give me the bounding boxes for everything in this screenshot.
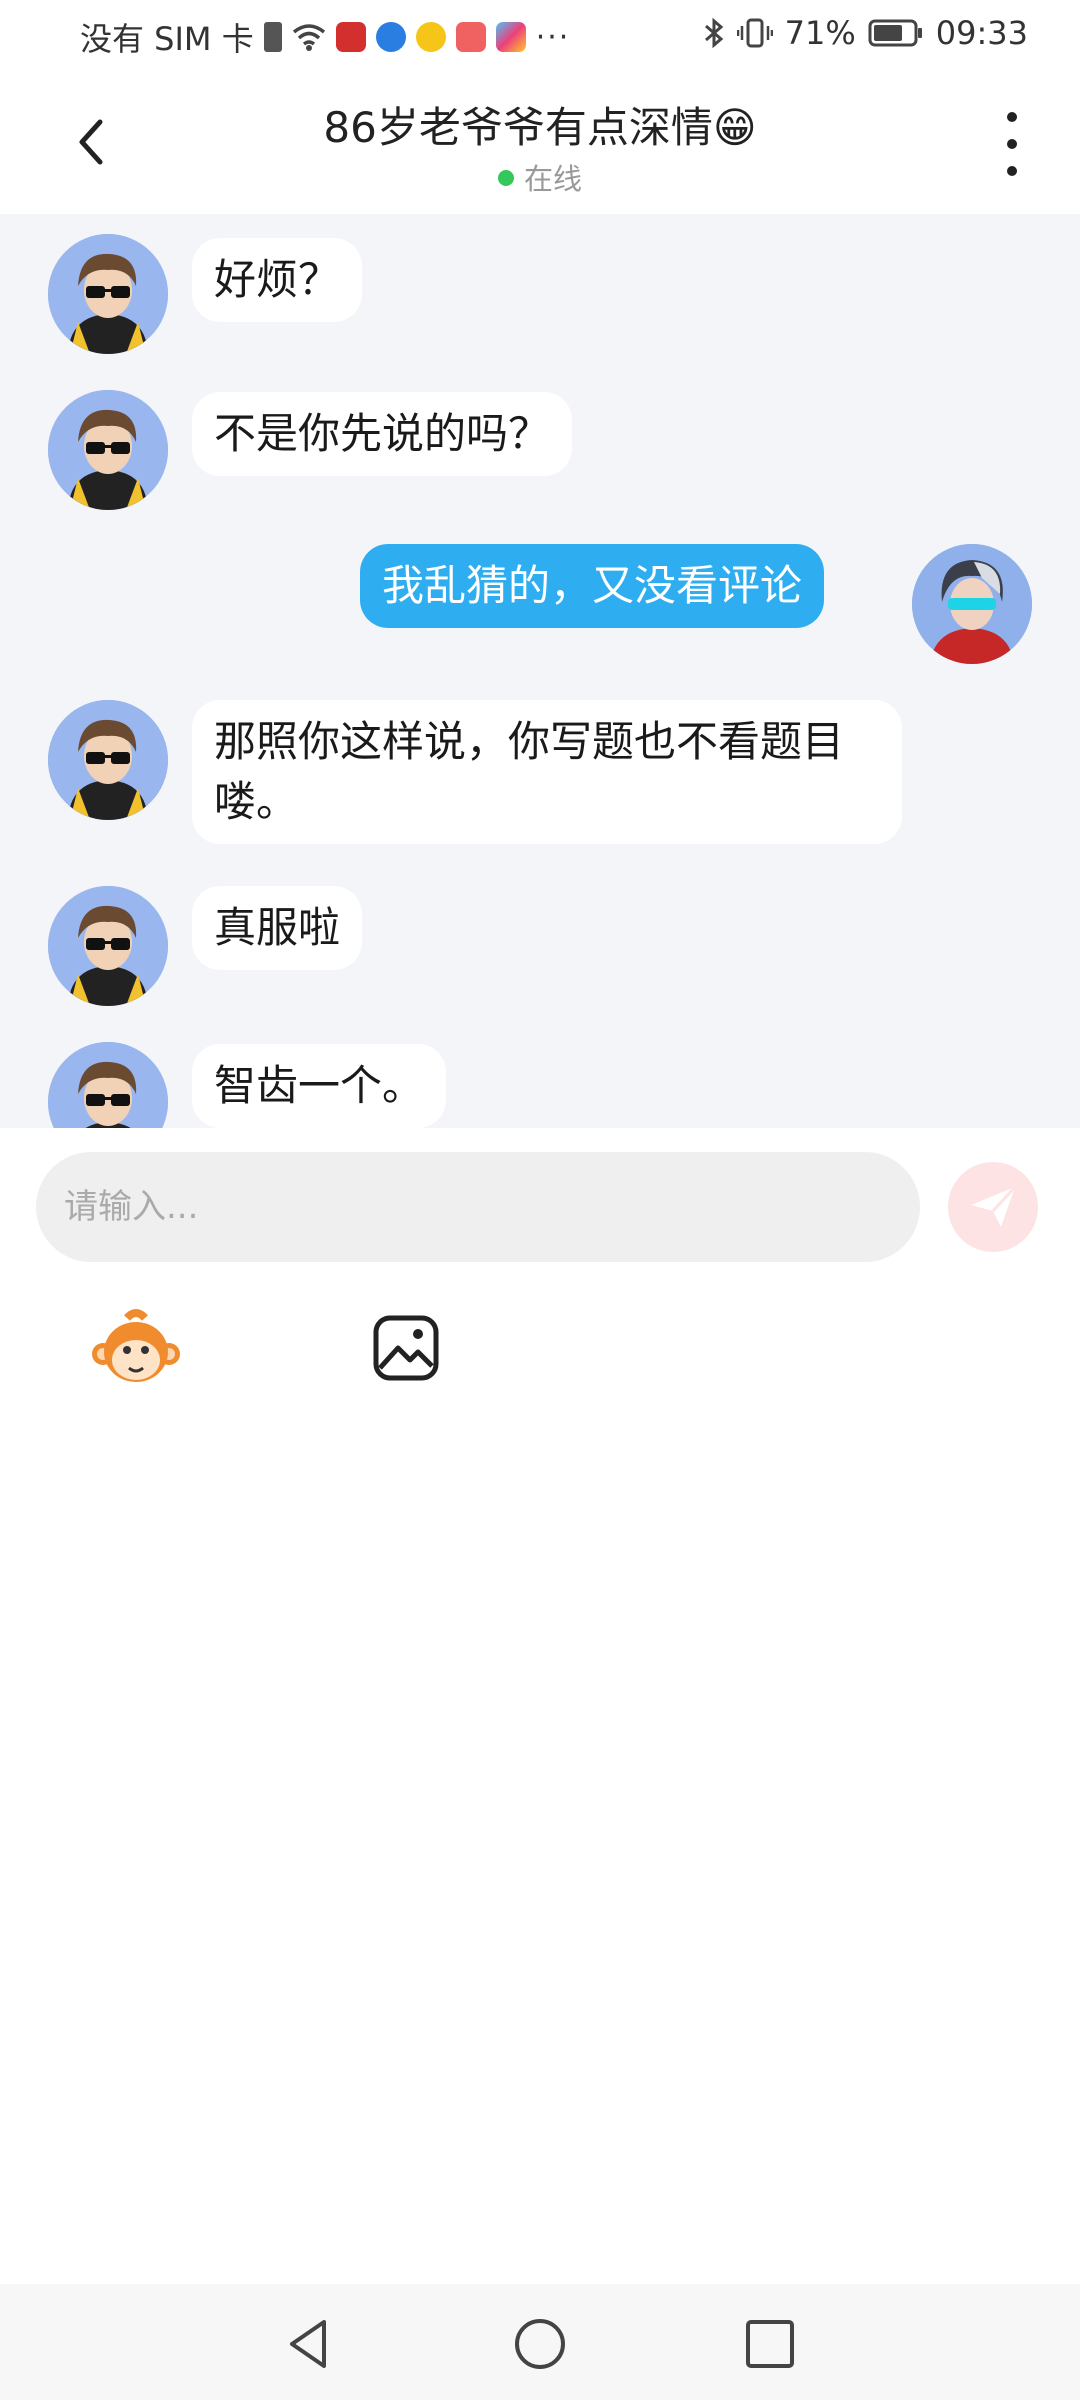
nav-back-button[interactable]	[280, 2314, 340, 2374]
shopping-app-icon	[455, 22, 486, 52]
sim-alert-icon	[263, 22, 282, 52]
wifi-icon	[292, 24, 325, 51]
battery-icon	[868, 19, 922, 47]
contact-avatar-icon	[48, 1042, 168, 1128]
bluetooth-icon	[704, 17, 723, 49]
contact-avatar-icon	[48, 234, 168, 354]
carrier-label: 没有 SIM 卡	[80, 20, 254, 58]
sticker-button[interactable]	[86, 1298, 186, 1398]
more-options-button[interactable]	[992, 112, 1032, 176]
my-message-bubble[interactable]: 我乱猜的，又没看评论	[360, 544, 825, 628]
paper-plane-icon	[971, 1185, 1017, 1227]
message-input[interactable]	[36, 1152, 912, 1262]
gallery-app-icon	[495, 22, 526, 52]
status-bar: 没有 SIM 卡 ··· 71% 09:33	[0, 0, 1080, 72]
vibrate-icon	[736, 18, 773, 48]
message-bubble[interactable]: 真服啦	[192, 886, 363, 970]
image-icon	[373, 1315, 439, 1381]
my-avatar-icon	[912, 544, 1032, 664]
reader-app-icon	[335, 22, 366, 52]
message-input-container[interactable]	[36, 1152, 920, 1262]
status-bar-right: 71% 09:33	[703, 14, 1028, 52]
square-recents-icon	[746, 2320, 794, 2368]
more-notifications-indicator: ···	[535, 19, 571, 55]
message-bubble[interactable]: 不是你先说的吗？	[192, 392, 573, 476]
message-bubble[interactable]: 智齿一个。	[192, 1044, 447, 1128]
message-list[interactable]: 好烦？ 不是你先说的吗？ 我乱猜的，又没看评论 那照你这样说，你写题也不看题目喽…	[0, 214, 1080, 1128]
chat-title: 86岁老爷爷有点深情😁	[323, 103, 757, 152]
triangle-back-icon	[290, 2320, 326, 2368]
message-bubble[interactable]: 那照你这样说，你写题也不看题目喽。	[192, 700, 902, 844]
contact-avatar-icon	[48, 886, 168, 1006]
chat-header: 86岁老爷爷有点深情😁 在线	[0, 72, 1080, 214]
online-dot-icon	[497, 170, 514, 186]
circle-home-icon	[515, 2319, 565, 2369]
contact-avatar[interactable]	[48, 886, 168, 1006]
monkey-sticker-icon	[92, 1309, 180, 1382]
send-button[interactable]	[948, 1162, 1038, 1252]
system-navigation-bar	[0, 2284, 1080, 2400]
image-picker-button[interactable]	[356, 1298, 456, 1398]
composer-panel	[0, 1128, 1080, 2284]
contact-avatar[interactable]	[48, 700, 168, 820]
contact-avatar[interactable]	[48, 390, 168, 510]
browser-app-icon	[375, 22, 406, 52]
more-dot	[1007, 139, 1017, 149]
presence-label: 在线	[523, 162, 582, 196]
nav-home-button[interactable]	[510, 2314, 570, 2374]
message-bubble[interactable]: 好烦？	[192, 238, 363, 322]
status-bar-left: 没有 SIM 卡 ···	[80, 14, 570, 60]
battery-percent: 71%	[784, 14, 856, 52]
contact-avatar[interactable]	[48, 234, 168, 354]
presence-status: 在线	[0, 156, 1080, 198]
nav-recents-button[interactable]	[740, 2314, 800, 2374]
contact-avatar[interactable]	[48, 1042, 168, 1128]
my-avatar[interactable]	[912, 544, 1032, 664]
more-dot	[1007, 166, 1017, 176]
more-vertical-icon	[1007, 112, 1017, 122]
contact-avatar-icon	[48, 390, 168, 510]
clock: 09:33	[935, 14, 1028, 52]
weibo-app-icon	[415, 22, 446, 52]
contact-avatar-icon	[48, 700, 168, 820]
